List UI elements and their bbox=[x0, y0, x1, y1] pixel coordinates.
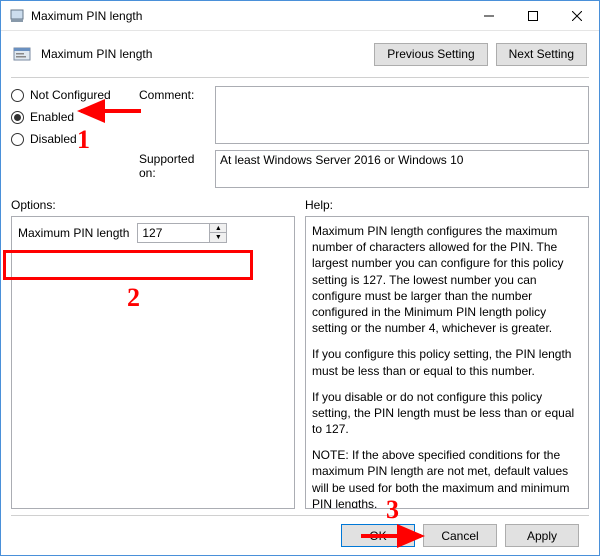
config-section: Not Configured Enabled Disabled Comment:… bbox=[11, 86, 589, 188]
previous-setting-button[interactable]: Previous Setting bbox=[374, 43, 487, 66]
policy-icon bbox=[11, 43, 33, 65]
dialog-footer: OK Cancel Apply bbox=[11, 515, 589, 555]
radio-not-configured[interactable]: Not Configured bbox=[11, 88, 135, 102]
state-radio-group: Not Configured Enabled Disabled bbox=[11, 86, 135, 146]
help-label: Help: bbox=[305, 198, 589, 212]
cancel-button[interactable]: Cancel bbox=[423, 524, 497, 547]
comment-label: Comment: bbox=[139, 86, 211, 102]
help-pane[interactable]: Maximum PIN length configures the maximu… bbox=[305, 216, 589, 509]
comment-textarea[interactable] bbox=[215, 86, 589, 144]
pane-labels: Options: Help: bbox=[11, 198, 589, 212]
spinner-up[interactable]: ▲ bbox=[210, 224, 226, 233]
divider bbox=[11, 77, 589, 78]
radio-enabled[interactable]: Enabled bbox=[11, 110, 135, 124]
apply-button[interactable]: Apply bbox=[505, 524, 579, 547]
help-paragraph: NOTE: If the above specified conditions … bbox=[312, 447, 582, 509]
radio-icon bbox=[11, 89, 24, 102]
app-icon bbox=[9, 8, 25, 24]
max-pin-length-spinner[interactable]: ▲ ▼ bbox=[137, 223, 227, 243]
help-paragraph: Maximum PIN length configures the maximu… bbox=[312, 223, 582, 336]
supported-on-text: At least Windows Server 2016 or Windows … bbox=[220, 153, 463, 167]
radio-disabled[interactable]: Disabled bbox=[11, 132, 135, 146]
help-paragraph: If you disable or do not configure this … bbox=[312, 389, 582, 438]
maximize-button[interactable] bbox=[511, 1, 555, 31]
max-pin-option-row: Maximum PIN length ▲ ▼ bbox=[18, 223, 288, 243]
max-pin-length-label: Maximum PIN length bbox=[18, 226, 129, 240]
panes-row: Maximum PIN length ▲ ▼ Maximum PIN lengt… bbox=[11, 216, 589, 509]
supported-on-label: Supported on: bbox=[139, 150, 211, 180]
header-row: Maximum PIN length Previous Setting Next… bbox=[11, 37, 589, 71]
content-area: Maximum PIN length Previous Setting Next… bbox=[1, 31, 599, 555]
policy-editor-window: Maximum PIN length Maximum PIN length Pr… bbox=[0, 0, 600, 556]
window-title: Maximum PIN length bbox=[31, 9, 467, 23]
radio-label: Enabled bbox=[30, 110, 74, 124]
close-button[interactable] bbox=[555, 1, 599, 31]
options-label: Options: bbox=[11, 198, 295, 212]
radio-label: Not Configured bbox=[30, 88, 111, 102]
radio-icon bbox=[11, 133, 24, 146]
minimize-button[interactable] bbox=[467, 1, 511, 31]
help-paragraph: If you configure this policy setting, th… bbox=[312, 346, 582, 378]
ok-button[interactable]: OK bbox=[341, 524, 415, 547]
policy-title: Maximum PIN length bbox=[41, 47, 374, 61]
titlebar: Maximum PIN length bbox=[1, 1, 599, 31]
radio-icon bbox=[11, 111, 24, 124]
spinner-down[interactable]: ▼ bbox=[210, 233, 226, 242]
radio-label: Disabled bbox=[30, 132, 77, 146]
max-pin-length-input[interactable] bbox=[138, 224, 209, 242]
supported-on-box: At least Windows Server 2016 or Windows … bbox=[215, 150, 589, 188]
options-pane: Maximum PIN length ▲ ▼ bbox=[11, 216, 295, 509]
next-setting-button[interactable]: Next Setting bbox=[496, 43, 587, 66]
